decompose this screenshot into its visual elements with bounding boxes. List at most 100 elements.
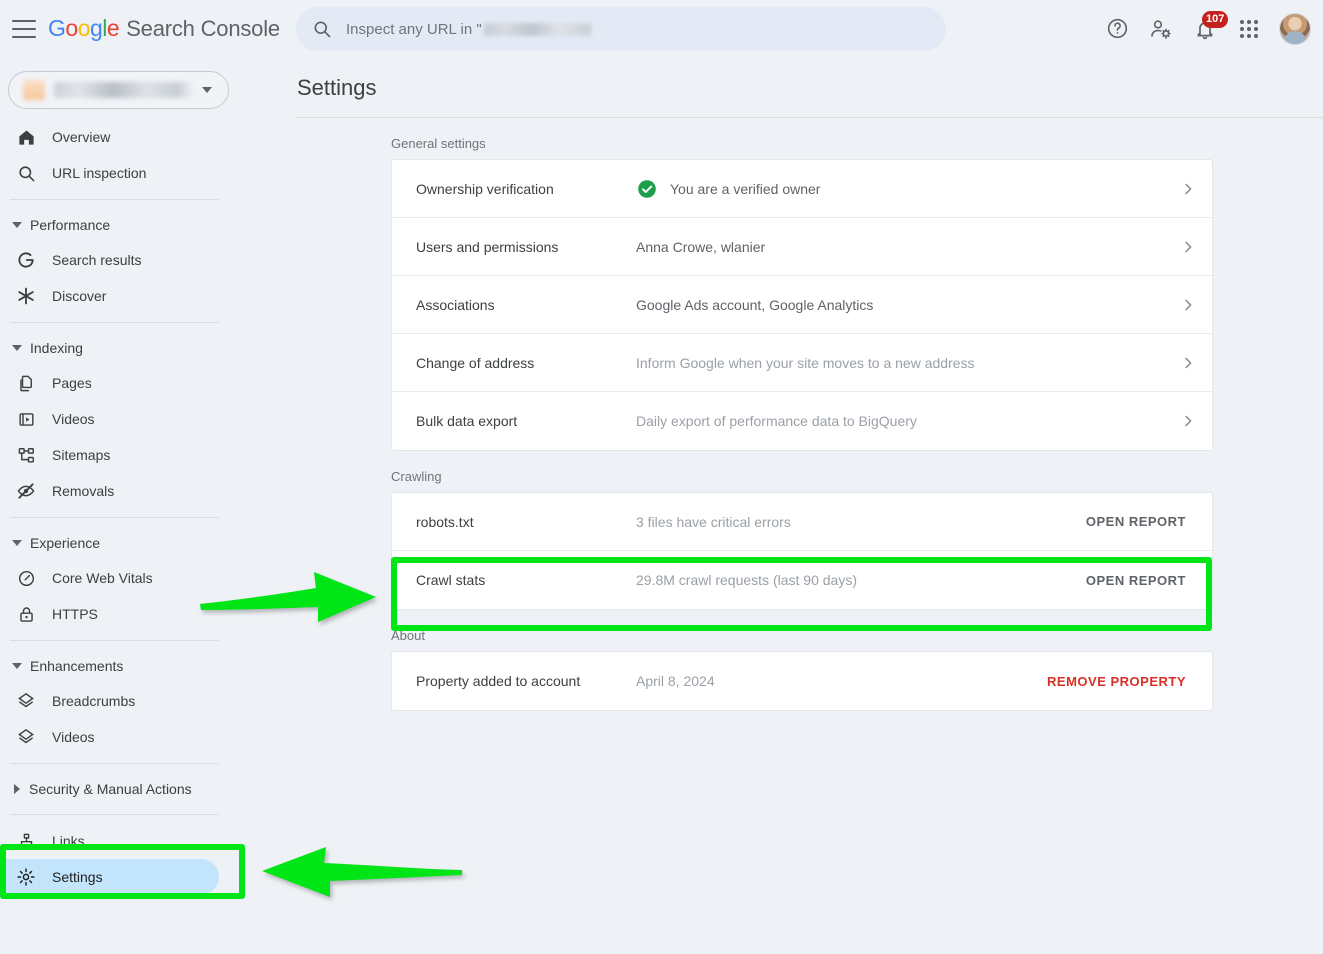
row-label: robots.txt — [416, 513, 474, 530]
sidebar-label: Search results — [52, 252, 142, 268]
sidebar-item-pages[interactable]: Pages — [0, 365, 219, 401]
pages-icon — [14, 371, 38, 395]
sidebar-group-experience[interactable]: Experience — [0, 526, 237, 560]
google-g-icon — [14, 248, 38, 272]
triangle-down-icon — [12, 345, 22, 351]
row-value: Inform Google when your site moves to a … — [636, 354, 975, 371]
search-console-page: Google Search Console Inspect any URL in… — [0, 0, 1323, 954]
help-icon[interactable] — [1097, 9, 1137, 49]
sidebar-divider — [10, 322, 219, 323]
sidebar-label: Videos — [52, 411, 95, 427]
sidebar-label: URL inspection — [52, 165, 147, 181]
row-value: Daily export of performance data to BigQ… — [636, 413, 917, 429]
redacted-domain — [483, 22, 591, 36]
row-value: 3 files have critical errors — [636, 513, 791, 530]
user-avatar[interactable] — [1279, 12, 1311, 45]
sidebar-group-performance[interactable]: Performance — [0, 208, 237, 242]
sidebar-item-links[interactable]: Links — [0, 823, 219, 859]
about-card: Property added to account April 8, 2024 … — [391, 651, 1213, 711]
chevron-right-icon[interactable] — [1164, 413, 1212, 429]
row-crawl-stats[interactable]: Crawl stats 29.8M crawl requests (last 9… — [392, 551, 1212, 609]
search-placeholder-text: Inspect any URL in " — [346, 20, 482, 38]
layers-icon — [14, 689, 38, 713]
row-label: Ownership verification — [416, 180, 554, 197]
row-label: Users and permissions — [416, 238, 559, 255]
sidebar-item-sitemaps[interactable]: Sitemaps — [0, 437, 219, 473]
video-icon — [14, 407, 38, 431]
general-settings-card: Ownership verification You are a verifie… — [391, 159, 1213, 451]
sidebar-group-enhancements[interactable]: Enhancements — [0, 649, 237, 683]
row-label: Bulk data export — [416, 413, 518, 429]
row-value: Anna Crowe, wlanier — [636, 238, 766, 255]
sidebar-nav: Overview URL inspection Performance Sear… — [0, 119, 237, 895]
open-report-link-robots[interactable]: OPEN REPORT — [1086, 514, 1186, 529]
property-selector[interactable] — [8, 71, 229, 109]
sidebar-group-label: Enhancements — [30, 658, 124, 674]
lock-icon — [14, 602, 38, 626]
triangle-down-icon — [12, 222, 22, 228]
sidebar-item-discover[interactable]: Discover — [0, 278, 219, 314]
row-property-added: Property added to account April 8, 2024 … — [392, 652, 1212, 710]
notifications-bell-icon[interactable]: 107 — [1185, 9, 1229, 49]
sidebar-item-breadcrumbs[interactable]: Breadcrumbs — [0, 683, 219, 719]
section-label-about: About — [391, 628, 425, 643]
sidebar-label: Settings — [52, 869, 103, 885]
sidebar-group-security-manual-actions[interactable]: Security & Manual Actions — [0, 772, 237, 806]
row-robots-txt[interactable]: robots.txt 3 files have critical errors … — [392, 493, 1212, 551]
app-brand[interactable]: Google Search Console — [48, 15, 280, 42]
chevron-right-icon[interactable] — [1164, 181, 1212, 197]
sidebar-group-label: Experience — [30, 535, 101, 551]
chevron-right-icon[interactable] — [1164, 355, 1212, 371]
sidebar-group-label: Security & Manual Actions — [29, 781, 192, 797]
sidebar-label: Breadcrumbs — [52, 693, 136, 709]
section-label-crawling: Crawling — [391, 469, 442, 484]
row-users-and-permissions[interactable]: Users and permissions Anna Crowe, wlanie… — [392, 218, 1212, 276]
remove-property-link[interactable]: REMOVE PROPERTY — [1047, 674, 1186, 689]
gear-icon — [14, 865, 38, 889]
row-value: April 8, 2024 — [636, 673, 715, 689]
sidebar-divider — [10, 814, 219, 815]
title-divider — [295, 117, 1323, 118]
row-change-of-address[interactable]: Change of address Inform Google when you… — [392, 334, 1212, 392]
apps-grid-dots — [1240, 19, 1258, 38]
row-label: Crawl stats — [416, 572, 486, 588]
hamburger-icon[interactable] — [12, 19, 36, 38]
sidebar-group-indexing[interactable]: Indexing — [0, 331, 237, 365]
sidebar-item-core-web-vitals[interactable]: Core Web Vitals — [0, 560, 219, 596]
row-label: Associations — [416, 296, 495, 313]
google-logo: Google — [48, 15, 120, 41]
search-icon — [312, 19, 332, 39]
sidebar-item-url-inspection[interactable]: URL inspection — [0, 155, 219, 191]
sidebar-label: Videos — [52, 729, 95, 745]
triangle-down-icon — [12, 540, 22, 546]
url-inspection-search[interactable]: Inspect any URL in " — [296, 7, 946, 51]
row-bulk-data-export[interactable]: Bulk data export Daily export of perform… — [392, 392, 1212, 450]
open-report-link-crawl-stats[interactable]: OPEN REPORT — [1086, 573, 1186, 588]
sidebar-item-search-results[interactable]: Search results — [0, 242, 219, 278]
sidebar-item-settings[interactable]: Settings — [0, 859, 219, 895]
sidebar-label: Pages — [52, 375, 92, 391]
sidebar: Overview URL inspection Performance Sear… — [0, 57, 237, 954]
sidebar-item-videos-enhancements[interactable]: Videos — [0, 719, 219, 755]
sidebar-group-label: Performance — [30, 217, 111, 233]
search-placeholder: Inspect any URL in " — [346, 21, 591, 38]
chevron-right-icon[interactable] — [1164, 239, 1212, 255]
chevron-down-icon — [202, 87, 212, 93]
row-associations[interactable]: Associations Google Ads account, Google … — [392, 276, 1212, 334]
account-settings-icon[interactable] — [1141, 9, 1181, 49]
row-value: Google Ads account, Google Analytics — [636, 296, 874, 313]
home-icon — [14, 125, 38, 149]
chevron-right-icon[interactable] — [1164, 297, 1212, 313]
sidebar-item-videos-indexing[interactable]: Videos — [0, 401, 219, 437]
sidebar-item-overview[interactable]: Overview — [0, 119, 219, 155]
row-ownership-verification[interactable]: Ownership verification You are a verifie… — [392, 160, 1212, 218]
row-value: 29.8M crawl requests (last 90 days) — [636, 572, 857, 588]
sidebar-item-https[interactable]: HTTPS — [0, 596, 219, 632]
sidebar-item-removals[interactable]: Removals — [0, 473, 219, 509]
links-hierarchy-icon — [14, 829, 38, 853]
apps-grid-icon[interactable] — [1229, 9, 1269, 49]
sidebar-label: Core Web Vitals — [52, 570, 153, 586]
triangle-right-icon — [14, 784, 20, 794]
notification-badge: 107 — [1202, 10, 1229, 28]
sidebar-label: Sitemaps — [52, 447, 111, 463]
